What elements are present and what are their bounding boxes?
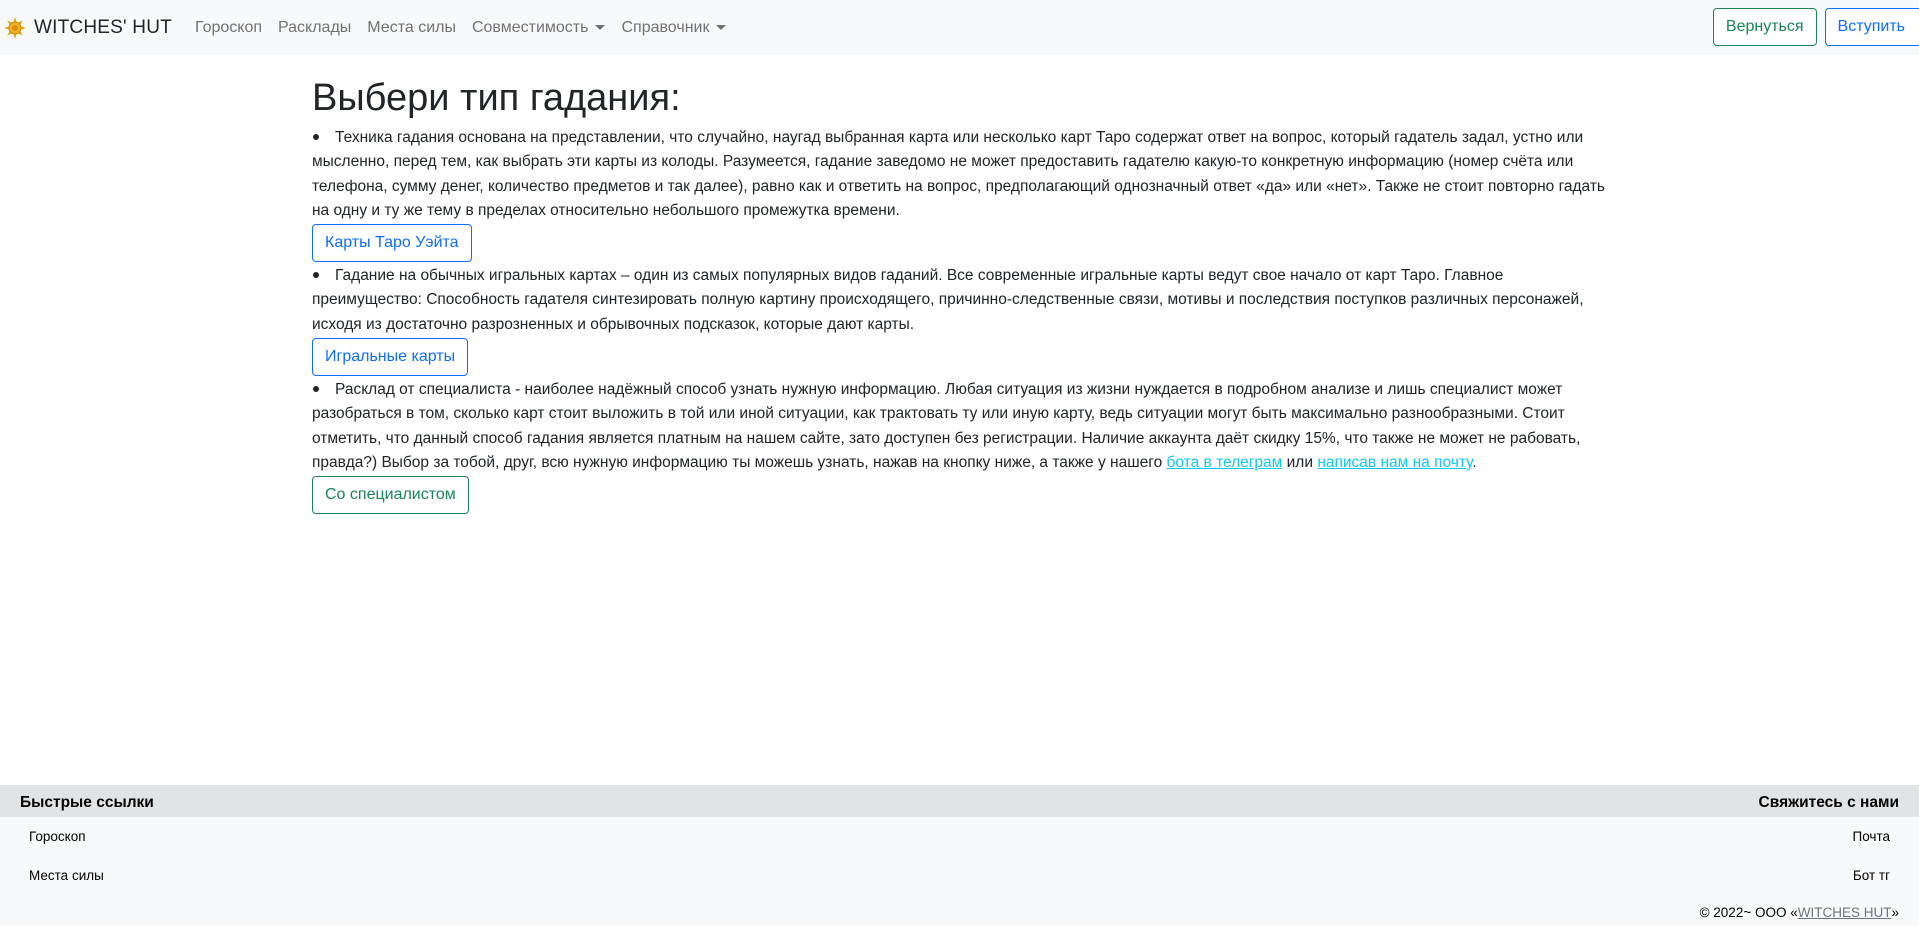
nav-link-places-of-power[interactable]: Места силы <box>367 19 456 37</box>
top-navbar: WITCHES' HUT Гороскоп Расклады Места сил… <box>0 0 1919 55</box>
option-description-text: Гадание на обычных игральных картах – од… <box>312 267 1584 333</box>
bullet-icon <box>313 133 319 140</box>
playing-cards-button[interactable]: Игральные карты <box>312 338 469 377</box>
sun-logo-icon <box>4 16 26 39</box>
quick-links-title: Быстрые ссылки <box>20 794 154 811</box>
footer-link-places-of-power[interactable]: Места силы <box>29 868 104 883</box>
email-link[interactable]: написав нам на почту <box>1317 454 1472 471</box>
bullet-icon <box>313 272 319 279</box>
tarot-cards-button[interactable]: Карты Таро Уэйта <box>312 224 472 263</box>
return-button[interactable]: Вернуться <box>1712 8 1817 46</box>
specialist-button[interactable]: Со специалистом <box>312 476 469 515</box>
brand[interactable]: WITCHES' HUT <box>4 0 172 55</box>
nav-links: Гороскоп Расклады Места силы Совместимос… <box>187 19 735 37</box>
telegram-bot-link[interactable]: бота в телеграм <box>1167 454 1283 471</box>
option-description: Гадание на обычных игральных картах – од… <box>312 264 1612 337</box>
footer-body: Гороскоп Места силы Почта Бот тг © 2022~… <box>0 817 1919 926</box>
main-content: Выбери тип гадания: Техника гадания осно… <box>312 70 1612 516</box>
nav-link-horoscope[interactable]: Гороскоп <box>195 19 262 37</box>
nav-link-label: Гороскоп <box>194 18 262 36</box>
divination-option-specialist: Расклад от специалиста - наиболее надёжн… <box>312 378 1612 516</box>
connector-text: или <box>1286 453 1313 471</box>
contact-title: Свяжитесь с нами <box>1758 794 1899 811</box>
nav-actions: Вернуться Вступить <box>1712 8 1919 46</box>
copyright-prefix: © 2022~ ООО « <box>1699 905 1798 920</box>
bullet-icon <box>313 385 319 392</box>
nav-dropdown-reference[interactable]: Справочник <box>621 18 727 37</box>
caret-down-icon <box>716 25 727 30</box>
page-title: Выбери тип гадания: <box>312 77 681 119</box>
copyright-link[interactable]: WITCHES HUT <box>1798 905 1892 920</box>
nav-link-label: Места силы <box>367 18 456 36</box>
divination-option-tarot: Техника гадания основана на представлени… <box>312 126 1612 264</box>
copyright-suffix: » <box>1891 905 1899 920</box>
option-description: Техника гадания основана на представлени… <box>312 126 1612 223</box>
nav-dropdown-compatibility[interactable]: Совместимость <box>472 19 606 37</box>
caret-down-icon <box>595 25 606 30</box>
footer-header: Быстрые ссылки Свяжитесь с нами <box>0 785 1919 817</box>
nav-link-label: Расклады <box>278 18 352 36</box>
option-description: Расклад от специалиста - наиболее надёжн… <box>312 378 1612 475</box>
footer-link-telegram-bot[interactable]: Бот тг <box>1853 868 1890 883</box>
divination-option-playing-cards: Гадание на обычных игральных картах – од… <box>312 264 1612 378</box>
sentence-end: . <box>1472 453 1477 471</box>
nav-link-label: Справочник <box>621 18 710 36</box>
footer-link-email[interactable]: Почта <box>1853 829 1891 844</box>
footer-link-horoscope[interactable]: Гороскоп <box>29 829 86 844</box>
join-button[interactable]: Вступить <box>1824 8 1919 46</box>
option-description-text: Техника гадания основана на представлени… <box>312 129 1606 219</box>
copyright: © 2022~ ООО «WITCHES HUT» <box>1700 905 1899 920</box>
brand-name: WITCHES' HUT <box>34 16 172 38</box>
nav-link-spreads[interactable]: Расклады <box>278 19 351 37</box>
nav-link-label: Совместимость <box>471 18 589 36</box>
